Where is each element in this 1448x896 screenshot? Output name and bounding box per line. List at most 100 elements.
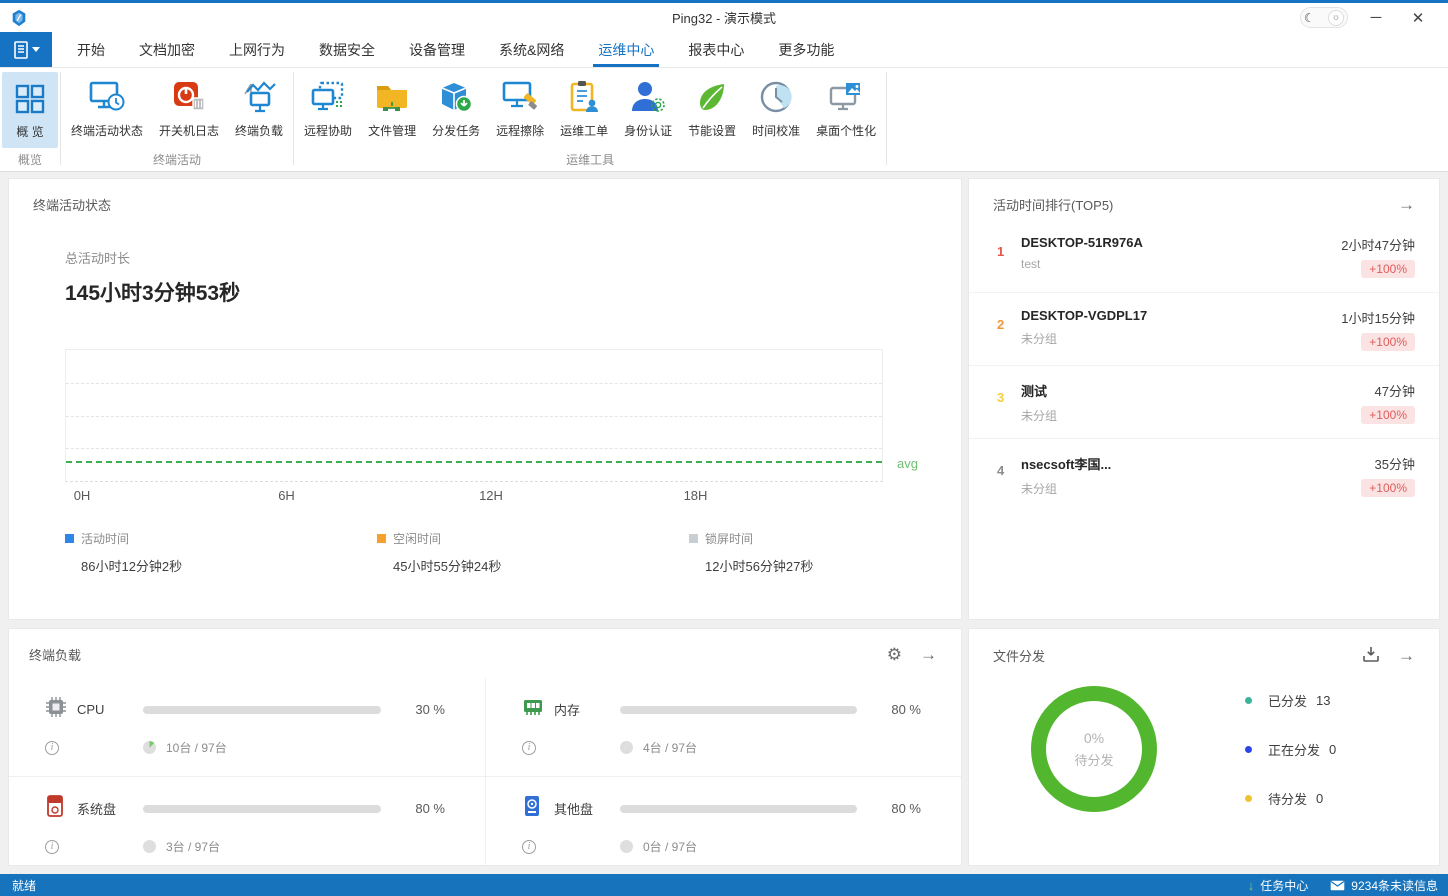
tab-system-network[interactable]: 系统&网络 [482,32,581,67]
total-activity-value: 145小时3分钟53秒 [65,277,961,307]
ribbon: 概 览 概览 终端活动状态 [0,68,1448,172]
arrow-right-icon[interactable]: → [1398,647,1415,664]
info-icon[interactable]: i [522,741,536,755]
tab-more-features[interactable]: 更多功能 [761,32,851,67]
load-grid: CPU 30 % i 10台 / 97台 [9,678,961,866]
x-axis: 0H 6H 12H 18H [65,482,883,504]
tab-start[interactable]: 开始 [60,32,122,67]
statusbar: 就绪 ↓ 任务中心 9234条未读信息 [0,874,1448,896]
panel-title-load: 终端负载 [29,645,81,664]
monitor-wipe-icon [502,78,538,116]
pie-dot-icon [620,840,633,853]
package-distribute-icon [438,78,474,116]
app-menu-button[interactable] [0,32,52,67]
overview-grid-icon [14,80,46,117]
ribbon-item-identity-auth[interactable]: 身份认证 [616,72,680,143]
tab-doc-encryption[interactable]: 文档加密 [122,32,212,67]
ribbon-item-energy-saving[interactable]: 节能设置 [680,72,744,143]
power-log-icon [172,78,206,116]
ribbon-item-activity-status[interactable]: 终端活动状态 [63,72,151,143]
arrow-right-icon[interactable]: → [1398,196,1415,213]
document-icon [13,41,29,59]
avg-line [66,461,882,463]
system-disk-icon [45,795,71,822]
x-tick-6h: 6H [278,488,295,503]
ribbon-item-remote-wipe[interactable]: 远程擦除 [488,72,552,143]
info-icon[interactable]: i [45,840,59,854]
minimize-button[interactable]: ─ [1362,9,1390,26]
legend-item-pending: 待分发 0 [1245,789,1336,808]
donut-center-percent: 0% [1084,730,1104,746]
panel-title-distribution: 文件分发 [993,646,1045,665]
memory-progress-bar [620,706,857,714]
gear-icon[interactable]: ⚙ [887,646,902,663]
ribbon-item-remote-assist[interactable]: 远程协助 [296,72,360,143]
memory-count: 4台 / 97台 [643,739,697,756]
ribbon-item-overview[interactable]: 概 览 [2,72,58,148]
delta-badge: +100% [1361,406,1415,424]
panel-terminal-activity-status: 终端活动状态 总活动时长 145小时3分钟53秒 avg [8,178,962,620]
theme-toggle[interactable]: ☾ ☼ [1300,7,1348,28]
tab-ops-center[interactable]: 运维中心 [581,32,671,67]
legend-swatch-idle [377,534,386,543]
moon-icon[interactable]: ☾ [1304,12,1315,24]
tab-report-center[interactable]: 报表中心 [671,32,761,67]
rank-number: 1 [997,235,1021,259]
info-icon[interactable]: i [522,840,536,854]
avg-line-label: avg [897,456,918,471]
ribbon-group-label-ops-tools: 运维工具 [294,151,886,171]
arrow-right-icon[interactable]: → [920,646,937,663]
load-cell-memory: 内存 80 % i 4台 / 97台 [485,678,961,776]
memory-icon [522,696,548,723]
cpu-progress-bar [143,706,381,714]
ribbon-group-ops-tools: 远程协助 文件管理 [294,68,886,171]
cpu-count: 10台 / 97台 [166,739,227,756]
top5-row[interactable]: 2 DESKTOP-VGDPL17 未分组 1小时15分钟 +100% [969,293,1439,366]
terminal-group: 未分组 [1021,407,1361,424]
ribbon-item-file-management[interactable]: 文件管理 [360,72,424,143]
top5-row[interactable]: 4 nsecsoft李国... 未分组 35分钟 +100% [969,439,1439,511]
load-cell-system-disk: 系统盘 80 % i 3台 / 97台 [9,776,485,866]
legend-item-locked-time: 锁屏时间 12小时56分钟27秒 [689,530,889,575]
activity-duration: 35分钟 [1361,454,1415,473]
person-fingerprint-icon [630,78,666,116]
ribbon-separator [886,72,887,165]
monitor-load-icon [241,78,277,116]
distribution-legend: 已分发 13 正在分发 0 待分发 0 [1245,691,1336,808]
terminal-name: 测试 [1021,381,1361,400]
sun-icon[interactable]: ☼ [1328,10,1344,26]
top5-row[interactable]: 1 DESKTOP-51R976A test 2小时47分钟 +100% [969,220,1439,293]
pie-dot-icon [143,741,156,754]
close-button[interactable]: ✕ [1404,9,1432,27]
ribbon-item-power-log[interactable]: 开关机日志 [151,72,227,143]
terminal-group: test [1021,257,1341,271]
tab-web-behavior[interactable]: 上网行为 [212,32,302,67]
terminal-name: DESKTOP-VGDPL17 [1021,308,1341,323]
top5-row[interactable]: 3 测试 未分组 47分钟 +100% [969,366,1439,439]
pie-dot-icon [143,840,156,853]
main-area: 终端活动状态 总活动时长 145小时3分钟53秒 avg [0,172,1448,874]
ribbon-item-desktop-personalization[interactable]: 桌面个性化 [808,72,884,143]
activity-duration: 47分钟 [1361,381,1415,400]
monitor-clock-icon [89,78,125,116]
activity-duration: 1小时15分钟 [1341,308,1415,327]
tab-data-security[interactable]: 数据安全 [302,32,392,67]
ribbon-item-terminal-load[interactable]: 终端负载 [227,72,291,143]
legend-item-distributing: 正在分发 0 [1245,740,1336,759]
info-icon[interactable]: i [45,741,59,755]
ribbon-item-time-calibration[interactable]: 时间校准 [744,72,808,143]
download-arrow-icon: ↓ [1248,878,1255,893]
rank-number: 4 [997,454,1021,478]
clock-icon [759,78,793,116]
ribbon-item-distribute-task[interactable]: 分发任务 [424,72,488,143]
terminal-name: DESKTOP-51R976A [1021,235,1341,250]
panel-title-activity: 终端活动状态 [33,195,111,214]
task-center-button[interactable]: ↓ 任务中心 [1248,877,1309,894]
legend-item-distributed: 已分发 13 [1245,691,1336,710]
tab-device-management[interactable]: 设备管理 [392,32,482,67]
unread-messages-button[interactable]: 9234条未读信息 [1330,877,1438,894]
download-tray-icon[interactable] [1362,645,1380,666]
x-tick-0h: 0H [74,488,91,503]
terminal-group: 未分组 [1021,480,1361,497]
ribbon-item-ops-ticket[interactable]: 运维工单 [552,72,616,143]
